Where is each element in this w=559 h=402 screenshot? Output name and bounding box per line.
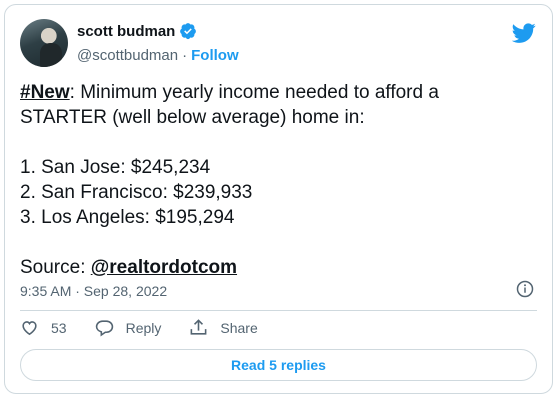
tweet-card: scott budman @scottbudman · Follow #New:… — [4, 4, 553, 394]
list-item: 1. San Jose: $245,234 — [20, 157, 211, 178]
like-count: 53 — [51, 319, 67, 336]
mention-link[interactable]: @realtordotcom — [91, 257, 237, 278]
avatar-figure — [40, 43, 62, 67]
tweet-text: #New: Minimum yearly income needed to af… — [20, 80, 540, 280]
tweet-line-1-text: : Minimum yearly income needed to afford… — [69, 82, 439, 103]
hashtag-link[interactable]: #New — [20, 82, 70, 103]
share-button[interactable]: Share — [189, 318, 258, 337]
author-name[interactable]: scott budman — [77, 23, 175, 40]
twitter-bird-icon[interactable] — [512, 21, 536, 45]
author-handle-row: @scottbudman · Follow — [77, 47, 239, 64]
reply-button[interactable]: Reply — [95, 318, 162, 337]
read-replies-button[interactable]: Read 5 replies — [20, 349, 537, 381]
tweet-line-2: STARTER (well below average) home in: — [20, 107, 365, 128]
avatar[interactable] — [20, 19, 68, 67]
like-button[interactable]: 53 — [20, 318, 67, 337]
timestamp[interactable]: 9:35 AM · Sep 28, 2022 — [20, 283, 167, 299]
action-bar: 53 Reply Share — [20, 318, 286, 337]
source-label: Source: — [20, 257, 91, 278]
reply-icon — [95, 320, 113, 337]
author-name-row: scott budman — [77, 22, 197, 40]
list-item: 3. Los Angeles: $195,294 — [20, 207, 235, 228]
reply-label: Reply — [125, 319, 162, 336]
share-icon — [190, 319, 207, 335]
divider — [20, 310, 537, 311]
info-icon[interactable] — [516, 280, 534, 298]
separator-dot: · — [182, 47, 188, 64]
list-item: 2. San Francisco: $239,933 — [20, 182, 253, 203]
heart-icon — [22, 321, 37, 336]
verified-badge-icon — [180, 23, 197, 40]
follow-button[interactable]: Follow — [191, 47, 239, 64]
tweet-line-1: #New: Minimum yearly income needed to af… — [20, 80, 540, 105]
share-label: Share — [220, 319, 258, 336]
author-handle[interactable]: @scottbudman — [77, 47, 178, 64]
source-line: Source: @realtordotcom — [20, 255, 540, 280]
